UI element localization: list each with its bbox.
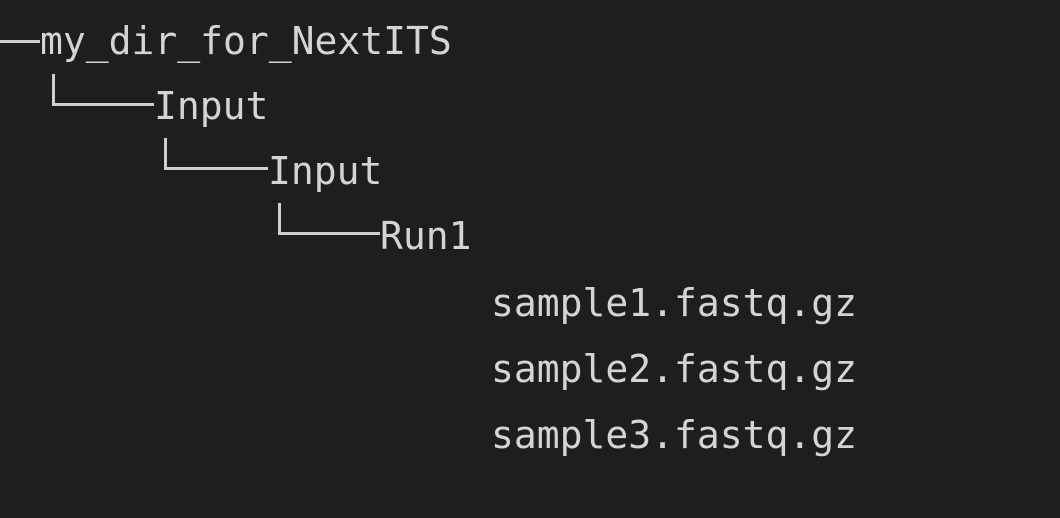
tree-item-file: sample1.fastq.gz xyxy=(491,281,858,325)
tree-item-run1-dir: Run1 xyxy=(380,214,472,258)
tree-item-input-dir: Input xyxy=(154,84,269,128)
tree-item-file: sample3.fastq.gz xyxy=(491,413,858,457)
tree-connector-level2-horizontal xyxy=(164,167,268,170)
tree-connector-level3-vertical xyxy=(278,203,281,234)
tree-connector-level2-vertical xyxy=(164,138,167,169)
tree-item-root-dir: my_dir_for_NextITS xyxy=(40,19,452,63)
tree-item-file: sample2.fastq.gz xyxy=(491,347,858,391)
tree-connector-level1-vertical xyxy=(52,74,55,105)
tree-connector-level3-horizontal xyxy=(278,232,380,235)
tree-connector-root xyxy=(0,40,40,43)
terminal-window: my_dir_for_NextITS Input Input Run1 samp… xyxy=(0,0,1060,518)
tree-connector-level1-horizontal xyxy=(52,103,154,106)
tree-item-input-subdir: Input xyxy=(268,149,383,193)
